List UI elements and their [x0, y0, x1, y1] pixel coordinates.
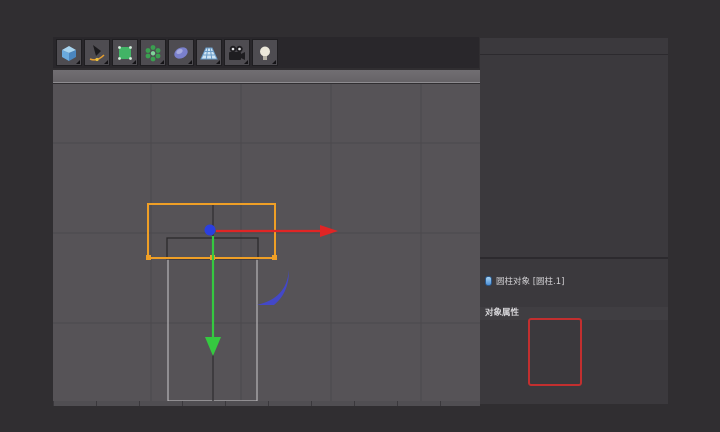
viewport-canvas[interactable] [53, 84, 480, 401]
pen-icon [89, 44, 105, 61]
annotation-highlight-rect [528, 318, 582, 386]
viewport-panel [53, 70, 480, 406]
viewport-timeline[interactable] [53, 401, 480, 406]
subdivision-cube-icon [118, 45, 132, 60]
attribute-tabs [480, 290, 668, 304]
profile-spline[interactable] [257, 270, 289, 305]
object-manager-menubar [480, 41, 668, 55]
attribute-object-title: 圆柱对象 [圆柱.1] [496, 277, 565, 287]
floor-grid-icon [200, 47, 218, 59]
light-bulb-icon [260, 46, 270, 60]
array-icon [145, 44, 161, 61]
draw-spline-button[interactable] [84, 39, 110, 66]
viewport-grid [53, 84, 480, 401]
camera-icon [229, 45, 245, 60]
z-axis-handle[interactable] [204, 224, 216, 236]
y-axis-arrow[interactable] [205, 236, 221, 356]
light-button[interactable] [252, 39, 278, 66]
viewport-body[interactable] [53, 84, 480, 401]
subdivision-surface-button[interactable] [112, 39, 138, 66]
attribute-manager-menubar [480, 257, 668, 271]
right-panel: 圆柱对象 [圆柱.1] 对象属性 [480, 38, 668, 404]
volume-button[interactable] [168, 39, 194, 66]
add-cube-button[interactable] [56, 39, 82, 66]
floor-button[interactable] [196, 39, 222, 66]
cylinder-icon [485, 276, 492, 286]
cinema4d-app: 圆柱对象 [圆柱.1] 对象属性 [0, 0, 720, 432]
attribute-section-header: 对象属性 [480, 307, 668, 320]
x-axis-arrow[interactable] [216, 225, 338, 237]
array-generator-button[interactable] [140, 39, 166, 66]
main-toolbar [53, 37, 479, 68]
camera-button[interactable] [224, 39, 250, 66]
cube-icon [62, 45, 76, 61]
viewport-header [53, 70, 480, 83]
volume-disc-icon [174, 46, 188, 59]
attribute-object-title-row: 圆柱对象 [圆柱.1] [480, 274, 668, 288]
main-menubar [53, 20, 668, 36]
